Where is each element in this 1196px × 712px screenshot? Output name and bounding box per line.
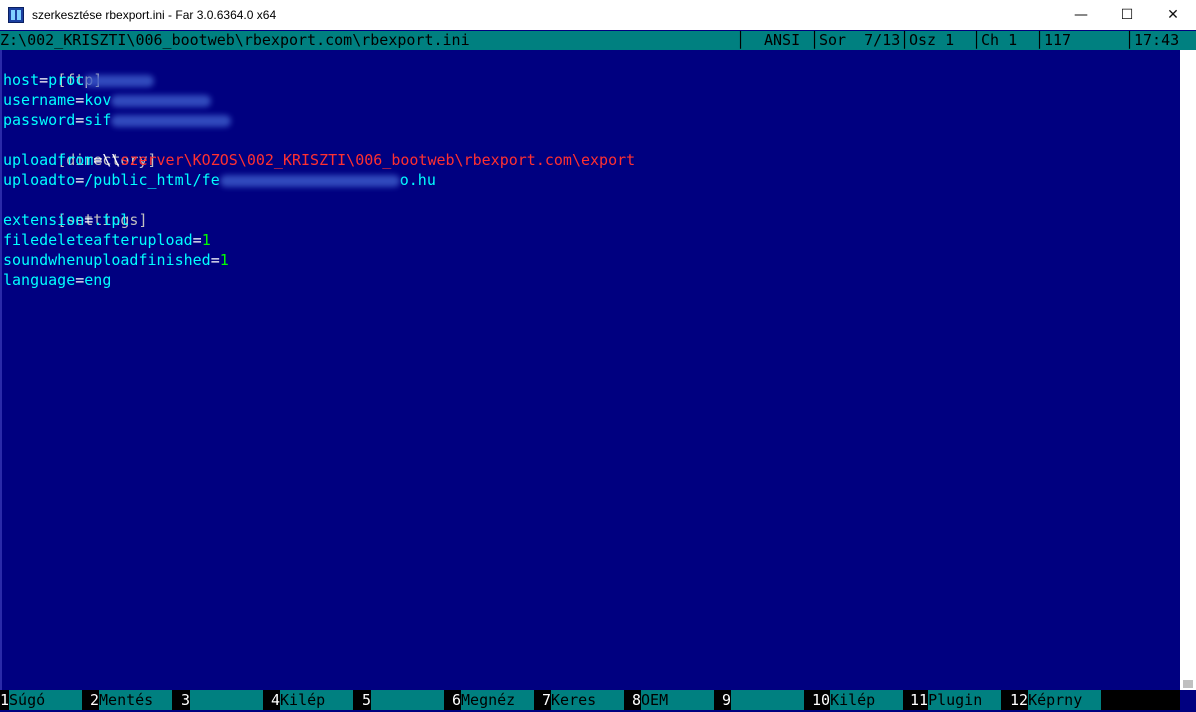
key-f7[interactable]: 7 Keres	[542, 690, 625, 710]
key-f4[interactable]: 4 Kilép	[271, 690, 354, 710]
status-separator: │	[972, 31, 982, 49]
maximize-button[interactable]: ☐	[1104, 0, 1150, 30]
function-key-bar: 1 Súgó 2 Mentés 3 4 Kilép 5 6 Megnéz 7 Keres …	[0, 690, 1180, 710]
key-f2[interactable]: 2 Mentés	[90, 690, 173, 710]
key-f10[interactable]: 10 Kilép	[812, 690, 904, 710]
key-f3[interactable]: 3	[181, 690, 264, 710]
status-separator: │	[1035, 31, 1045, 49]
char-indicator: Ch 1	[981, 31, 1018, 49]
redacted-value	[111, 114, 232, 127]
far-manager-icon	[8, 7, 24, 23]
key-f8[interactable]: 8 OEM	[632, 690, 715, 710]
clock: 17:43	[1134, 31, 1180, 49]
key-f9[interactable]: 9	[722, 690, 805, 710]
title-bar: szerkesztése rbexport.ini - Far 3.0.6364…	[0, 0, 1196, 30]
editor-line[interactable]: uploadfrom=\\szerver\KOZOS\002_KRISZTI\0…	[3, 150, 635, 170]
column-indicator: Osz 1	[909, 31, 955, 49]
editor-line[interactable]: host=proc	[3, 70, 155, 90]
editor-status-line: Z:\002_KRISZTI\006_bootweb\rbexport.com\…	[0, 31, 1196, 50]
vertical-scrollbar[interactable]	[1180, 50, 1196, 690]
editor-line[interactable]: [directory]	[3, 130, 156, 169]
key-f6[interactable]: 6 Megnéz	[452, 690, 535, 710]
status-separator: │	[900, 31, 910, 49]
status-separator: │	[810, 31, 820, 49]
editor-line[interactable]: language=eng	[3, 270, 111, 290]
key-f12[interactable]: 12 Képrny	[1010, 690, 1102, 710]
editor-line[interactable]: [ftp]	[3, 50, 102, 89]
char-code-indicator: 117	[1044, 31, 1072, 49]
editor-line[interactable]: uploadto=/public_html/fe o.hu	[3, 170, 436, 190]
key-f11[interactable]: 11 Plugin	[910, 690, 1002, 710]
encoding-indicator[interactable]: ANSI	[764, 31, 800, 50]
far-editor-window: szerkesztése rbexport.ini - Far 3.0.6364…	[0, 0, 1196, 712]
close-button[interactable]: ✕	[1150, 0, 1196, 30]
editor-line[interactable]: filedeleteafterupload=1	[3, 230, 211, 250]
key-f5[interactable]: 5	[362, 690, 445, 710]
scrollbar-thumb[interactable]	[1183, 680, 1193, 688]
editor-line[interactable]: username=kov	[3, 90, 212, 110]
file-path: Z:\002_KRISZTI\006_bootweb\rbexport.com\…	[0, 31, 470, 49]
redacted-value	[84, 74, 155, 87]
window-title: szerkesztése rbexport.ini - Far 3.0.6364…	[32, 8, 277, 22]
key-f1[interactable]: 1 Súgó	[0, 690, 83, 710]
status-separator: │	[736, 31, 746, 49]
redacted-value	[111, 94, 212, 107]
editor-line[interactable]: soundwhenuploadfinished=1	[3, 250, 229, 270]
editor-line[interactable]: password=sif	[3, 110, 232, 130]
status-separator: │	[1125, 31, 1135, 49]
editor-line[interactable]: extension=.tpl	[3, 210, 129, 230]
row-indicator: Sor 7/13	[819, 31, 901, 49]
minimize-button[interactable]: —	[1058, 0, 1104, 30]
editor-line[interactable]: [settings]	[3, 190, 147, 229]
editor-text-area[interactable]: [ftp] host=proc username=kov password=si…	[0, 50, 1180, 690]
redacted-value	[219, 174, 400, 187]
